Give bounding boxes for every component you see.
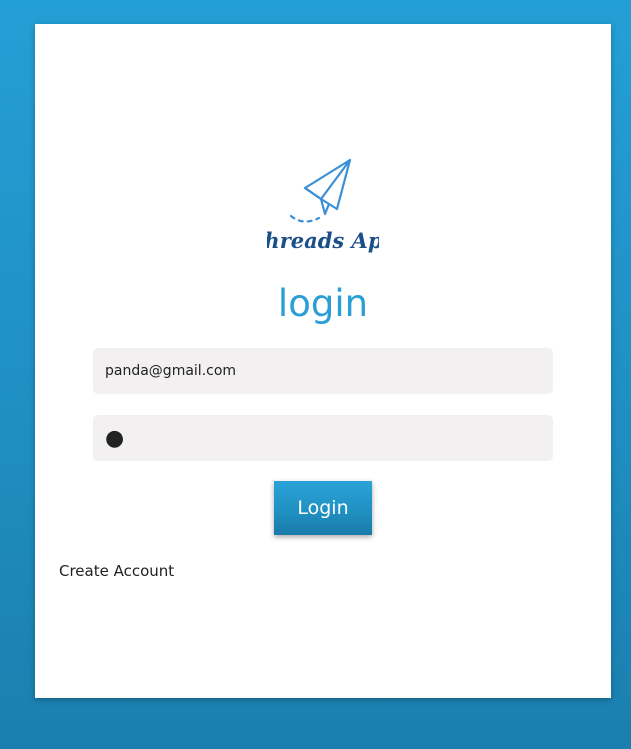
create-account-link[interactable]: Create Account [59, 562, 174, 580]
login-button[interactable]: Login [274, 481, 372, 535]
login-card: Threads App login Login Create Account [35, 24, 611, 698]
password-field[interactable] [93, 415, 553, 461]
paper-plane-icon: Threads App [267, 158, 379, 253]
page-title: login [277, 282, 369, 325]
app-logo: Threads App [267, 156, 379, 260]
logo-text: Threads App [267, 228, 379, 253]
email-field[interactable] [93, 348, 553, 394]
